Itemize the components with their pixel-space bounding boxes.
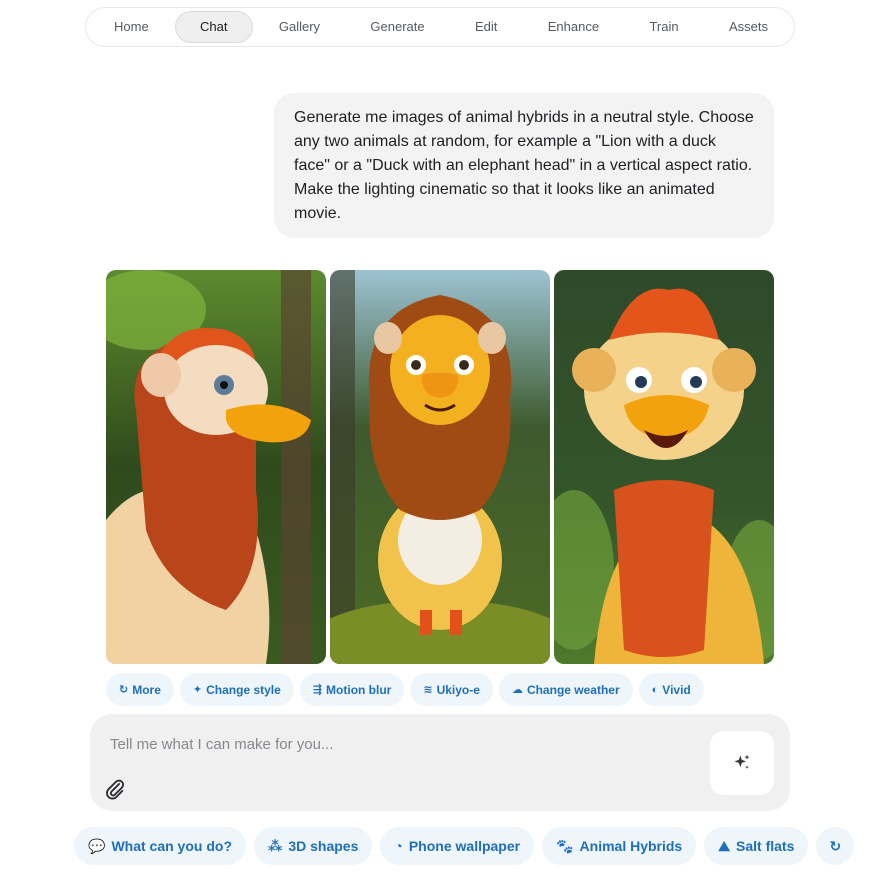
user-message-bubble: Generate me images of animal hybrids in … [274,93,774,238]
chat-bubble-icon: 💬 [88,837,106,854]
prompt-suggestions: 💬 What can you do? ⁂ 3D shapes ◔ Phone w… [74,827,855,865]
wallpaper-icon: ◔ [394,838,403,854]
more-label: More [132,682,161,697]
ukiyo-e-button[interactable]: ≋ Ukiyo-e [410,673,493,706]
ukiyo-e-label: Ukiyo-e [436,682,480,697]
nav-home[interactable]: Home [90,11,173,43]
suggestion-label: Phone wallpaper [408,838,521,854]
nav-gallery[interactable]: Gallery [255,11,344,43]
generated-image-1[interactable] [106,270,326,664]
more-button[interactable]: ↻ More [106,673,174,706]
sparkle-icon: ✦ [192,684,203,696]
nav-chat[interactable]: Chat [175,11,253,43]
sparkles-icon [734,754,750,769]
paperclip-icon[interactable] [104,778,126,800]
suggestion-salt-flats[interactable]: ⛰ Salt flats [704,827,809,865]
drop-icon: ◐ [651,683,659,696]
message-line: Make the lighting cinematic so that it l… [294,181,715,198]
paw-icon: 🐾 [556,837,574,854]
motion-icon: ⇶ [312,684,323,696]
suggestion-phone-wallpaper[interactable]: ◔ Phone wallpaper [380,827,535,865]
suggestion-what-can-you-do[interactable]: 💬 What can you do? [74,827,246,865]
motion-blur-button[interactable]: ⇶ Motion blur [299,673,405,706]
generated-images [106,270,774,664]
vivid-button[interactable]: ◐ Vivid [638,673,704,706]
change-weather-label: Change weather [526,682,620,697]
refresh-icon: ↻ [829,837,842,854]
prompt-composer [90,714,790,811]
message-line: Generate me images of animal hybrids in … [294,109,754,126]
prompt-input[interactable] [110,732,670,756]
nav-assets[interactable]: Assets [705,11,792,43]
cloud-icon: ☁ [511,684,523,696]
change-weather-button[interactable]: ☁ Change weather [498,673,633,706]
nav-edit[interactable]: Edit [451,11,521,43]
suggestion-label: Animal Hybrids [579,838,683,854]
top-nav: Home Chat Gallery Generate Edit Enhance … [85,7,795,47]
generate-button[interactable] [710,731,774,795]
shapes-icon: ⁂ [268,837,283,854]
nav-train[interactable]: Train [625,11,702,43]
refresh-icon: ↻ [119,684,129,696]
nav-enhance[interactable]: Enhance [524,11,623,43]
change-style-button[interactable]: ✦ Change style [179,673,294,706]
suggestion-label: Salt flats [736,838,795,854]
motion-blur-label: Motion blur [326,682,392,697]
refresh-suggestions-button[interactable]: ↻ [816,827,855,865]
nav-generate[interactable]: Generate [346,11,448,43]
message-line: face" or a "Duck with an elephant head" … [294,157,753,174]
suggestion-label: What can you do? [111,838,232,854]
suggestion-label: 3D shapes [288,838,359,854]
message-line: movie. [294,205,342,222]
suggestion-3d-shapes[interactable]: ⁂ 3D shapes [254,827,373,865]
message-line: any two animals at random, for example a… [294,133,716,150]
generated-image-3[interactable] [554,270,774,664]
image-actions: ↻ More ✦ Change style ⇶ Motion blur ≋ Uk… [106,673,704,706]
wave-icon: ≋ [423,684,433,696]
suggestion-animal-hybrids[interactable]: 🐾 Animal Hybrids [542,827,697,865]
landscape-icon: ⛰ [718,837,730,854]
change-style-label: Change style [206,682,281,697]
vivid-label: Vivid [662,682,691,697]
generated-image-2[interactable] [330,270,550,664]
